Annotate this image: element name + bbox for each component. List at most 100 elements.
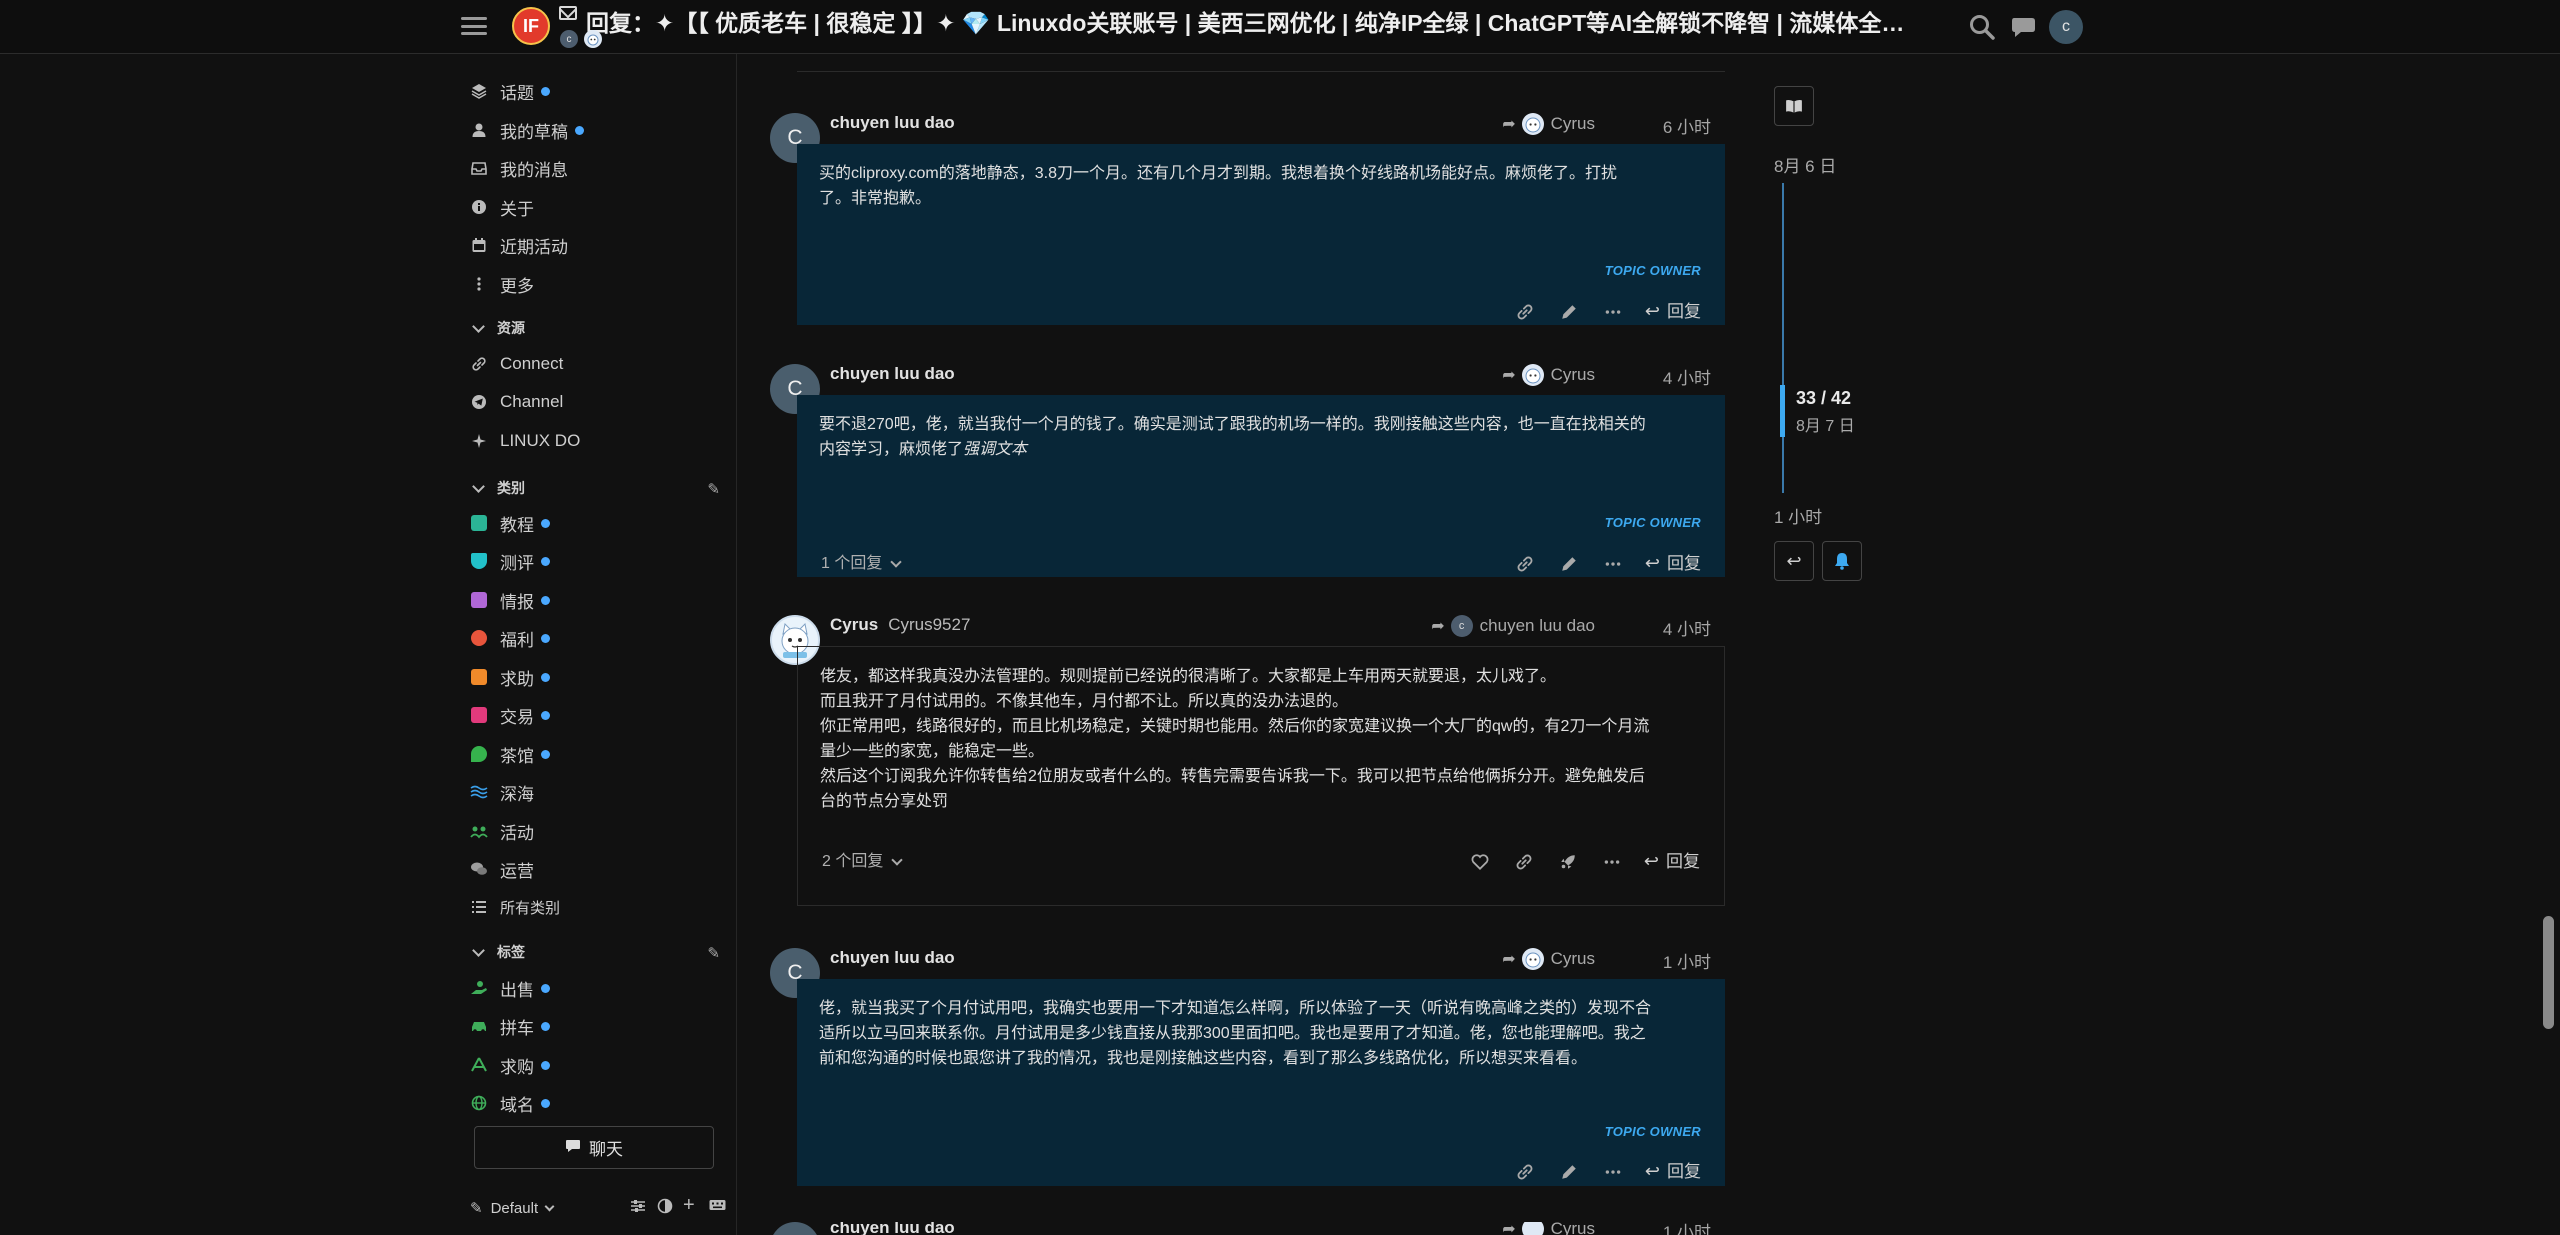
post-time[interactable]: 1 小时: [1663, 1222, 1711, 1235]
post-username[interactable]: chuyen luu dao: [830, 948, 955, 968]
sidebar: 话题 我的草稿 我的消息 关于 近期活动 更多 资源 Connect Chann…: [462, 54, 738, 1235]
reply-to-avatar: [1521, 113, 1544, 135]
globe-icon: [470, 1094, 488, 1112]
current-user-avatar[interactable]: c: [2049, 10, 2083, 44]
sidebar-category-review[interactable]: 测评: [470, 545, 720, 577]
unread-dot: [541, 983, 550, 993]
sidebar-category-deep-sea[interactable]: 深海: [470, 776, 720, 808]
copy-link-icon[interactable]: [1512, 850, 1536, 874]
sidebar-item-recent-activity[interactable]: 近期活动: [470, 229, 720, 261]
reply-button[interactable]: ↩ 回复: [1644, 849, 1700, 874]
reply-to-indicator[interactable]: ➦ Cyrus: [1502, 364, 1595, 386]
sidebar-category-tutorial[interactable]: 教程: [470, 507, 720, 539]
show-replies-button[interactable]: 1 个回复: [821, 551, 903, 576]
edit-pencil-icon[interactable]: [1557, 1160, 1581, 1184]
more-ellipsis-icon[interactable]: [1601, 1160, 1625, 1184]
boost-rocket-icon[interactable]: [1556, 850, 1580, 874]
layers-icon: [470, 82, 488, 100]
avatar[interactable]: [770, 1222, 820, 1235]
sidebar-tag-sell[interactable]: 出售: [470, 972, 720, 1004]
hamburger-menu-icon[interactable]: [461, 14, 487, 38]
previous-post-edge: [797, 54, 1725, 72]
theme-selector[interactable]: Default: [491, 1200, 539, 1217]
dark-mode-icon[interactable]: [657, 1198, 673, 1219]
more-ellipsis-icon[interactable]: [1601, 300, 1625, 324]
timeline-track[interactable]: [1782, 183, 1784, 493]
reply-to-indicator[interactable]: ➦ c chuyen luu dao: [1431, 615, 1595, 637]
edit-pencil-icon[interactable]: ✎: [707, 480, 720, 498]
search-icon[interactable]: [1968, 13, 1996, 41]
edit-pencil-icon[interactable]: [1557, 300, 1581, 324]
share-arrow-icon: ➦: [1431, 618, 1445, 635]
sidebar-section-categories[interactable]: 类别 ✎: [470, 476, 720, 500]
topic-title[interactable]: 回复：✦【【 优质老车 | 很稳定 】】✦ 💎 Linuxdo关联账号 | 美西…: [586, 4, 1926, 38]
like-heart-icon[interactable]: [1468, 850, 1492, 874]
copy-link-icon[interactable]: [1513, 1160, 1537, 1184]
sidebar-tag-domain[interactable]: 域名: [470, 1087, 720, 1119]
reply-button[interactable]: ↩ 回复: [1645, 1159, 1701, 1184]
sidebar-item-channel[interactable]: Channel: [470, 386, 720, 418]
sidebar-section-tags[interactable]: 标签 ✎: [470, 940, 720, 964]
sidebar-category-welfare[interactable]: 福利: [470, 622, 720, 654]
keyboard-icon[interactable]: [709, 1198, 726, 1217]
notification-bell-button[interactable]: [1822, 541, 1862, 581]
sidebar-category-trade[interactable]: 交易: [470, 699, 720, 731]
copy-link-icon[interactable]: [1513, 300, 1537, 324]
sidebar-tag-carpool[interactable]: 拼车: [470, 1010, 720, 1042]
chat-icon[interactable]: [2010, 14, 2038, 40]
post-username[interactable]: Cyrus Cyrus9527: [830, 615, 970, 635]
chat-button[interactable]: 聊天: [474, 1126, 714, 1169]
timeline-position: 33 / 42: [1796, 388, 1852, 408]
sidebar-item-about[interactable]: 关于: [470, 191, 720, 223]
show-replies-button[interactable]: 2 个回复: [822, 849, 904, 874]
chevron-down-icon[interactable]: [544, 1201, 555, 1211]
post-actions: ↩ 回复: [1448, 849, 1700, 874]
post-time[interactable]: 6 小时: [1663, 113, 1711, 138]
sidebar-tag-buy[interactable]: 求购: [470, 1049, 720, 1081]
list-icon: [470, 898, 488, 916]
copy-link-icon[interactable]: [1513, 552, 1537, 576]
post-time[interactable]: 1 小时: [1663, 948, 1711, 973]
reply-to-indicator[interactable]: ➦ Cyrus: [1502, 1222, 1595, 1235]
summarize-topic-button[interactable]: [1774, 86, 1814, 126]
timeline-start-date[interactable]: 8月 6 日: [1774, 152, 1836, 177]
timeline-reply-button[interactable]: ↩: [1774, 541, 1814, 581]
sidebar-category-intel[interactable]: 情报: [470, 584, 720, 616]
participant-avatar-cyrus[interactable]: [584, 30, 602, 48]
post-body: 佬友，都这样我真没办法管理的。规则提前已经说的很清晰了。大家都是上车用两天就要退…: [797, 646, 1725, 906]
sidebar-category-operations[interactable]: 运营: [470, 853, 720, 885]
post-time[interactable]: 4 小时: [1663, 615, 1711, 640]
more-ellipsis-icon[interactable]: [1601, 552, 1625, 576]
sidebar-item-linux-do[interactable]: LINUX DO: [470, 425, 720, 457]
timeline-scroll-handle[interactable]: [1780, 385, 1785, 437]
participant-avatar-c[interactable]: c: [560, 30, 578, 48]
reply-to-indicator[interactable]: ➦ Cyrus: [1502, 948, 1595, 970]
sidebar-item-connect[interactable]: Connect: [470, 348, 720, 380]
brush-icon: ✎: [470, 1200, 483, 1217]
sidebar-all-categories[interactable]: 所有类别: [470, 891, 720, 923]
post-username[interactable]: chuyen luu dao: [830, 113, 955, 133]
post-username[interactable]: chuyen luu dao: [830, 364, 955, 384]
edit-pencil-icon[interactable]: [1557, 552, 1581, 576]
post-time[interactable]: 4 小时: [1663, 364, 1711, 389]
reply-button[interactable]: ↩ 回复: [1645, 551, 1701, 576]
page-scrollbar[interactable]: [2543, 916, 2554, 1029]
site-logo[interactable]: IF: [512, 7, 550, 45]
more-ellipsis-icon[interactable]: [1600, 850, 1624, 874]
sidebar-item-messages[interactable]: 我的消息: [470, 152, 720, 184]
edit-pencil-icon[interactable]: ✎: [707, 944, 720, 962]
sidebar-item-more[interactable]: 更多: [470, 268, 720, 300]
reply-button[interactable]: ↩ 回复: [1645, 299, 1701, 324]
sidebar-category-help[interactable]: 求助: [470, 661, 720, 693]
share-arrow-icon: ➦: [1502, 367, 1516, 384]
sidebar-category-teahouse[interactable]: 茶馆: [470, 738, 720, 770]
plus-icon[interactable]: +: [683, 1194, 695, 1217]
timeline-end-label[interactable]: 1 小时: [1774, 503, 1822, 528]
sliders-icon[interactable]: [630, 1198, 646, 1219]
sidebar-category-events[interactable]: 活动: [470, 815, 720, 847]
sidebar-item-drafts[interactable]: 我的草稿: [470, 114, 720, 146]
sidebar-section-resources[interactable]: 资源: [470, 316, 720, 340]
reply-to-indicator[interactable]: ➦ Cyrus: [1502, 113, 1595, 135]
sidebar-item-topics[interactable]: 话题: [470, 75, 720, 107]
post-username[interactable]: chuyen luu dao: [830, 1222, 955, 1235]
